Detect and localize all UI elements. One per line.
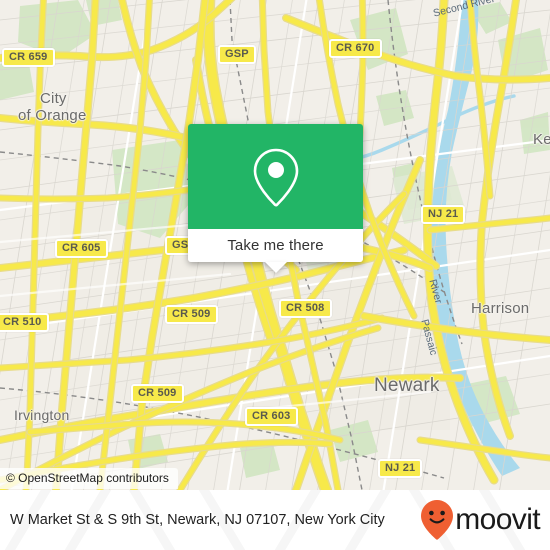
- address-text: W Market St & S 9th St, Newark, NJ 07107…: [10, 511, 385, 528]
- route-shield-cr-509-south: CR 509: [131, 384, 184, 403]
- moovit-map-screen: .rd { fill:none; stroke:#f7e94a; stroke-…: [0, 0, 550, 550]
- moovit-pin-icon: [421, 500, 454, 540]
- route-shield-cr-510: CR 510: [0, 313, 49, 332]
- map-label-harrison: Harrison: [471, 300, 530, 317]
- route-shield-nj-21-south: NJ 21: [378, 459, 423, 478]
- route-shield-cr-509-north: CR 509: [165, 305, 218, 324]
- route-shield-gsp-north: GSP: [218, 45, 256, 64]
- popup-action-bar[interactable]: Take me there: [188, 229, 363, 262]
- route-shield-cr-508: CR 508: [279, 299, 332, 318]
- map-canvas[interactable]: .rd { fill:none; stroke:#f7e94a; stroke-…: [0, 0, 550, 490]
- moovit-wordmark: moovit: [455, 503, 540, 536]
- map-pin-icon: [253, 148, 298, 206]
- popup-pointer-tail: [264, 262, 287, 273]
- route-shield-nj-21-north: NJ 21: [421, 205, 466, 224]
- footer-bar: W Market St & S 9th St, Newark, NJ 07107…: [0, 490, 550, 550]
- map-label-irvington: Irvington: [14, 407, 70, 423]
- route-shield-cr-605: CR 605: [55, 239, 108, 258]
- popup-header: [188, 124, 363, 229]
- osm-attribution[interactable]: © OpenStreetMap contributors: [0, 468, 178, 489]
- take-me-there-button[interactable]: Take me there: [227, 237, 323, 254]
- route-shield-cr-659: CR 659: [2, 48, 55, 67]
- route-shield-cr-603: CR 603: [245, 407, 298, 426]
- map-label-kearny: Ke: [533, 131, 550, 148]
- map-label-newark: Newark: [374, 375, 440, 396]
- map-label-city-orange-2: of Orange: [18, 107, 87, 124]
- moovit-logo[interactable]: moovit: [420, 499, 544, 541]
- map-label-city-orange-1: City: [40, 90, 67, 107]
- route-shield-cr-670: CR 670: [329, 39, 382, 58]
- location-popup[interactable]: Take me there: [188, 124, 363, 273]
